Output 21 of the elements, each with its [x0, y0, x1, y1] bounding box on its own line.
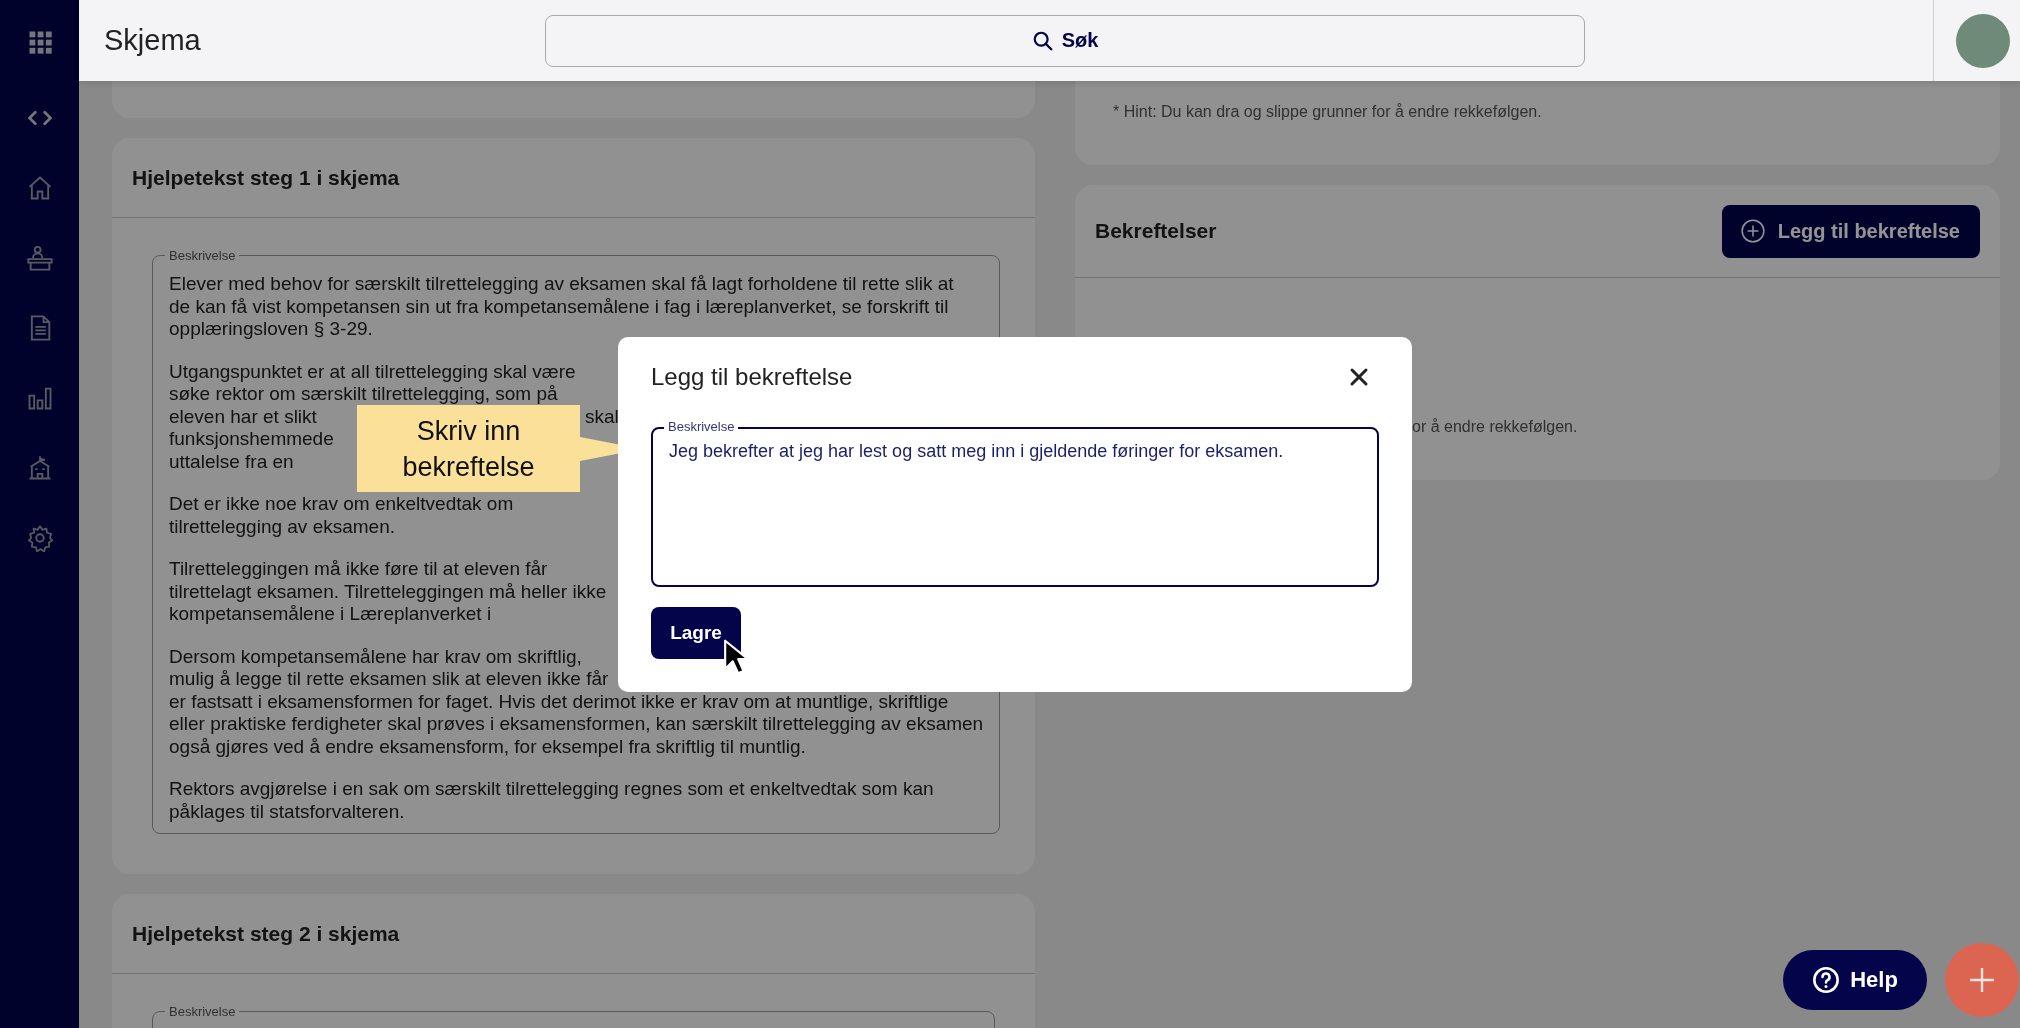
- card-title: Bekreftelser: [1095, 219, 1217, 243]
- card-title: Hjelpetekst steg 1 i skjema: [132, 165, 400, 190]
- card-title: Hjelpetekst steg 2 i skjema: [132, 921, 400, 946]
- close-icon[interactable]: [1349, 366, 1369, 387]
- avatar[interactable]: [1956, 13, 2010, 68]
- field-label: Beskrivelse: [664, 419, 739, 434]
- person-at-desk-icon[interactable]: [25, 244, 54, 272]
- description-field[interactable]: Beskrivelse: [152, 1004, 995, 1028]
- hint-text: or å endre rekkefølgen.: [1412, 418, 1578, 436]
- add-confirmation-button[interactable]: Legg til bekreftelse: [1721, 204, 1980, 258]
- plus-circle-icon: [1739, 218, 1766, 244]
- search-field[interactable]: Søk: [545, 14, 1585, 67]
- search-icon: [1031, 29, 1054, 52]
- dialog-title: Legg til bekreftelse: [651, 362, 853, 391]
- help-button[interactable]: Help: [1783, 950, 1927, 1010]
- question-icon: [1812, 966, 1841, 994]
- save-button[interactable]: Lagre: [651, 607, 741, 659]
- plus-icon: [1967, 965, 1997, 995]
- hint-text: * Hint: Du kan dra og slippe grunner for å endre rekkefølgen.: [1113, 103, 1542, 121]
- settings-icon[interactable]: [25, 524, 54, 552]
- page-title: Skjema: [104, 24, 202, 57]
